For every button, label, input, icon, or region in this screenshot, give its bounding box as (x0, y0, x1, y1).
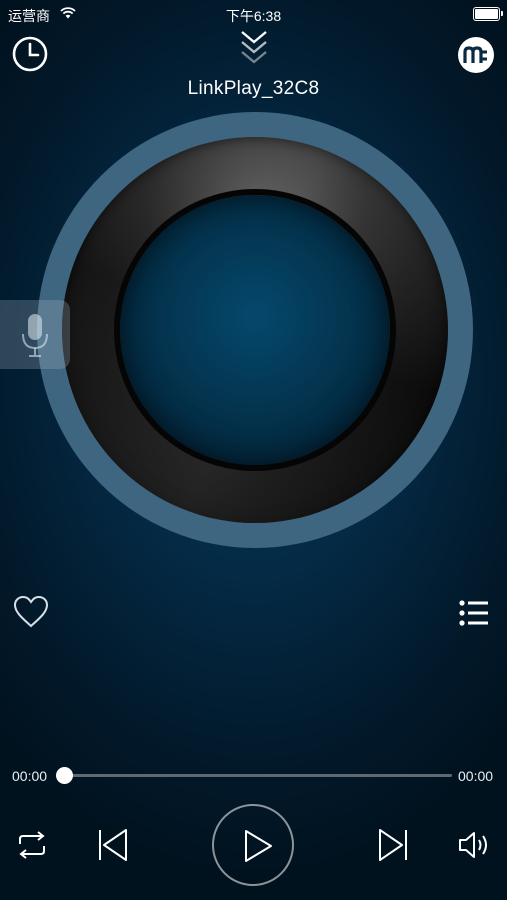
battery-icon (473, 7, 503, 21)
playlist-icon[interactable] (458, 599, 490, 627)
progress-bar[interactable] (64, 774, 452, 777)
status-time: 下午6:38 (225, 8, 282, 24)
repeat-icon[interactable] (16, 830, 48, 860)
muzo-logo-icon[interactable] (456, 35, 496, 75)
voice-button[interactable] (0, 300, 70, 369)
duration-time: 00:00 (458, 768, 494, 784)
microphone-icon (22, 314, 48, 357)
volume-icon[interactable] (458, 831, 492, 859)
play-icon (245, 830, 272, 862)
next-icon[interactable] (378, 828, 408, 862)
play-button[interactable] (212, 804, 294, 886)
elapsed-time: 00:00 (12, 768, 48, 784)
clock-icon[interactable] (10, 34, 50, 74)
device-name[interactable]: LinkPlay_32C8 (0, 78, 507, 100)
album-art-center (120, 195, 390, 465)
status-bar: 运营商 下午6:38 (0, 0, 507, 28)
progress-knob[interactable] (56, 767, 73, 784)
previous-icon[interactable] (98, 828, 128, 862)
collapse-chevron-icon[interactable] (238, 28, 270, 68)
heart-icon[interactable] (12, 594, 50, 630)
